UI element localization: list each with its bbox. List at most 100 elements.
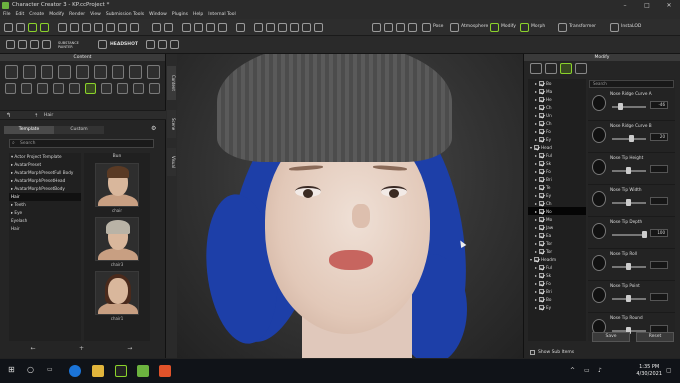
checkbox[interactable]: [539, 136, 544, 142]
slider-value-input[interactable]: [650, 165, 668, 173]
morph-row[interactable]: ▸ Bo: [528, 79, 586, 87]
search-icon[interactable]: ○: [27, 365, 34, 374]
checkbox[interactable]: [539, 288, 544, 294]
folder-up-icon[interactable]: ⇡: [34, 111, 38, 121]
fit-view-icon[interactable]: [314, 23, 323, 32]
slider-handle[interactable]: [626, 263, 631, 270]
menu-view[interactable]: View: [90, 11, 101, 19]
morph-row[interactable]: ▸ Ey: [528, 303, 586, 311]
subcategory-7-icon[interactable]: [101, 83, 112, 94]
morph-icon[interactable]: [520, 23, 529, 32]
substance-painter-button[interactable]: SUBSTANCE PAINTER: [58, 41, 79, 49]
tree-item[interactable]: ▸ AvatarMorphPresetFull Body: [9, 169, 81, 177]
menu-render[interactable]: Render: [69, 11, 85, 19]
checkbox[interactable]: [534, 144, 539, 150]
layout-icon[interactable]: [170, 40, 179, 49]
clock[interactable]: 1:35 PM 4/30/2021: [636, 364, 662, 378]
checkbox[interactable]: [539, 184, 544, 190]
transformer-label[interactable]: Transformer: [569, 24, 596, 30]
morph-row[interactable]: ▸ Ful: [528, 263, 586, 271]
texture-icon[interactable]: [18, 40, 27, 49]
slider-handle[interactable]: [642, 231, 647, 238]
tree-item[interactable]: Eyelash: [9, 217, 81, 225]
category-cloth-icon[interactable]: [58, 65, 72, 79]
new-project-icon[interactable]: [4, 23, 13, 32]
morph-tab-icon[interactable]: [560, 63, 572, 74]
side-tab-visual[interactable]: Visual: [167, 148, 176, 176]
category-scene-icon[interactable]: [147, 65, 161, 79]
checkbox[interactable]: [539, 240, 544, 246]
subcategory-9-icon[interactable]: [133, 83, 144, 94]
morph-row[interactable]: ▸ Bri: [528, 287, 586, 295]
transformer-icon[interactable]: [558, 23, 567, 32]
grid-icon[interactable]: [408, 23, 417, 32]
tree-item[interactable]: ▸ AvatarMorphPresetBody: [9, 185, 81, 193]
select-icon[interactable]: [182, 23, 191, 32]
dial-icon[interactable]: [592, 223, 606, 239]
checkbox[interactable]: [539, 200, 544, 206]
menu-internal-tool[interactable]: Internal Tool: [208, 11, 236, 19]
subcategory-1-icon[interactable]: [5, 83, 16, 94]
expand-icon[interactable]: ▸: [528, 305, 539, 310]
checkbox[interactable]: [539, 216, 544, 222]
headshot-label[interactable]: HEADSHOT: [110, 42, 138, 48]
tree-item[interactable]: ▸ AvatarPreset: [9, 161, 81, 169]
expand-icon[interactable]: ▸: [528, 129, 539, 134]
menu-edit[interactable]: Edit: [16, 11, 25, 19]
menu-plugins[interactable]: Plugins: [172, 11, 188, 19]
morph-row[interactable]: ▸ Ma: [528, 87, 586, 95]
expand-icon[interactable]: ▸: [528, 225, 539, 230]
bone-icon[interactable]: [396, 23, 405, 32]
subcategory-5-icon[interactable]: [69, 83, 80, 94]
checkbox[interactable]: [539, 232, 544, 238]
morph-row[interactable]: ▸ Fo: [528, 127, 586, 135]
morph-group-row[interactable]: ▾ Head: [528, 143, 586, 151]
dial-icon[interactable]: [592, 127, 606, 143]
checkbox[interactable]: [539, 152, 544, 158]
motion-tool-icon[interactable]: [106, 23, 115, 32]
material-icon[interactable]: [6, 40, 15, 49]
material-tab-icon[interactable]: [545, 63, 557, 74]
subcategory-hair-icon[interactable]: [85, 83, 96, 94]
checkbox[interactable]: [539, 168, 544, 174]
frame-icon[interactable]: [302, 23, 311, 32]
home-view-icon[interactable]: [254, 23, 263, 32]
morph-row[interactable]: ▸ He: [528, 95, 586, 103]
edge-icon[interactable]: [69, 365, 81, 377]
create-character-icon[interactable]: [58, 23, 67, 32]
subcategory-3-icon[interactable]: [37, 83, 48, 94]
menu-submission-tools[interactable]: Submission Tools: [106, 11, 144, 19]
pose-label[interactable]: Pose: [433, 24, 443, 30]
expand-icon[interactable]: ▸: [528, 281, 539, 286]
tree-item[interactable]: ▸ Eye: [9, 209, 81, 217]
expand-icon[interactable]: ▸: [528, 209, 539, 214]
tree-item-selected[interactable]: Hair: [9, 193, 81, 201]
dial-icon[interactable]: [592, 255, 606, 271]
import-icon[interactable]: [28, 23, 37, 32]
morph-tool-icon[interactable]: [82, 23, 91, 32]
morph-row[interactable]: ▸ Sk: [528, 271, 586, 279]
move-icon[interactable]: [194, 23, 203, 32]
show-sub-items-checkbox[interactable]: Show Sub Items: [530, 350, 574, 355]
redo-icon[interactable]: [164, 23, 173, 32]
expand-icon[interactable]: ▸: [528, 185, 539, 190]
dial-icon[interactable]: [592, 159, 606, 175]
task-view-icon[interactable]: ▭: [47, 366, 53, 373]
checkbox[interactable]: [539, 112, 544, 118]
volume-icon[interactable]: ♪: [598, 367, 602, 374]
close-button[interactable]: ✕: [658, 0, 680, 11]
checkbox[interactable]: [539, 304, 544, 310]
appearance-icon[interactable]: [30, 40, 39, 49]
settings-icon[interactable]: [146, 40, 155, 49]
maximize-button[interactable]: □: [636, 0, 658, 11]
3d-viewport[interactable]: [177, 54, 523, 358]
slider-value-input[interactable]: 100: [650, 229, 668, 237]
menu-help[interactable]: Help: [193, 11, 203, 19]
expand-icon[interactable]: ▸: [528, 169, 539, 174]
expand-icon[interactable]: ▸: [528, 113, 539, 118]
export-icon[interactable]: [40, 23, 49, 32]
headshot-icon[interactable]: [98, 40, 107, 49]
iclone-icon[interactable]: [159, 365, 171, 377]
tree-item[interactable]: ▸ AvatarMorphPresetHead: [9, 177, 81, 185]
undo-icon[interactable]: [152, 23, 161, 32]
